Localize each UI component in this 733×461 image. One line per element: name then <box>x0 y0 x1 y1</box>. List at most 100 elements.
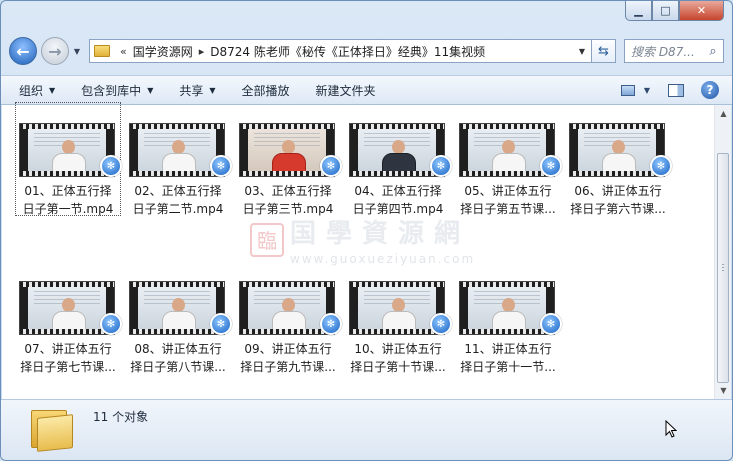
file-name: 10、讲正体五行 择日子第十节课... <box>346 340 450 376</box>
share-menu[interactable]: 共享 ▼ <box>179 82 215 99</box>
search-icon[interactable]: ⌕ <box>703 44 723 59</box>
file-name: 02、正体五行择 日子第二节.mp4 <box>126 182 230 218</box>
toolbar-right-group: ▼ ? <box>604 81 732 99</box>
file-item[interactable]: ✻ 11、讲正体五行 择日子第十一节... <box>456 261 562 376</box>
preview-pane-icon <box>668 83 684 97</box>
change-view-button[interactable] <box>618 81 638 99</box>
file-name-line1: 02、正体五行择 <box>134 184 222 198</box>
media-player-icon: ✻ <box>320 313 342 335</box>
file-item[interactable]: ✻ 09、讲正体五行 择日子第九节课... <box>236 261 342 376</box>
media-player-icon: ✻ <box>210 155 232 177</box>
file-name-line2: 择日子第六节课... <box>570 202 666 216</box>
chevron-down-icon: ▼ <box>209 85 216 95</box>
file-name: 09、讲正体五行 择日子第九节课... <box>236 340 340 376</box>
organize-menu[interactable]: 组织 ▼ <box>19 82 55 99</box>
file-name-line2: 日子第二节.mp4 <box>132 202 224 216</box>
file-item[interactable]: ✻ 08、讲正体五行 择日子第八节课... <box>126 261 232 376</box>
address-dropdown-icon[interactable]: ▼ <box>573 47 591 56</box>
file-name: 11、讲正体五行 择日子第十一节... <box>456 340 560 376</box>
file-name-line1: 04、正体五行择 <box>354 184 442 198</box>
file-item[interactable]: ✻ 07、讲正体五行 择日子第七节课... <box>16 261 122 376</box>
navigation-bar: ← → ▼ « 国学资源网 ▸ D8724 陈老师《秘传《正体择日》经典》11集… <box>9 35 724 67</box>
file-item[interactable]: ✻ 01、正体五行择 日子第一节.mp4 <box>15 102 122 218</box>
file-item[interactable]: ✻ 03、正体五行择 日子第三节.mp4 <box>236 103 342 216</box>
file-name-line2: 择日子第九节课... <box>240 360 336 374</box>
media-player-icon: ✻ <box>210 313 232 335</box>
file-name-line1: 03、正体五行择 <box>244 184 332 198</box>
media-player-icon: ✻ <box>320 155 342 177</box>
scrollbar-grip <box>722 264 724 272</box>
include-in-library-label: 包含到库中 <box>81 83 142 98</box>
scrollbar-thumb[interactable] <box>717 153 729 383</box>
media-player-icon: ✻ <box>430 313 452 335</box>
vertical-scrollbar[interactable]: ▲ ▼ <box>714 105 731 399</box>
command-toolbar: 组织 ▼ 包含到库中 ▼ 共享 ▼ 全部播放 新建文件夹 ▼ ? <box>1 75 732 105</box>
watermark-text: 国學資源網 www.guoxueziyuan.com <box>290 213 475 266</box>
breadcrumb-item-root[interactable]: 国学资源网 <box>133 43 193 60</box>
breadcrumb-separator[interactable]: ▸ <box>193 45 211 58</box>
file-item[interactable]: ✻ 05、讲正体五行 择日子第五节课... <box>456 103 562 216</box>
watermark-name: 国學資源網 <box>290 219 471 249</box>
caption-buttons: ▁ □ ✕ <box>625 1 724 21</box>
forward-button[interactable]: → <box>41 37 69 65</box>
scroll-down-icon[interactable]: ▼ <box>715 382 732 399</box>
minimize-button[interactable]: ▁ <box>625 1 652 21</box>
recent-pages-dropdown[interactable]: ▼ <box>71 47 83 56</box>
view-icon <box>621 84 635 96</box>
object-count: 11 个对象 <box>93 410 149 424</box>
file-name-line2: 择日子第七节课... <box>20 360 116 374</box>
file-name: 06、讲正体五行 择日子第六节课... <box>566 182 670 218</box>
search-placeholder: 搜索 D87... <box>631 44 695 59</box>
watermark-seal: 臨 <box>250 222 284 257</box>
media-player-icon: ✻ <box>650 155 672 177</box>
organize-label: 组织 <box>19 83 44 98</box>
file-name-line1: 05、讲正体五行 <box>464 184 552 198</box>
file-list-pane[interactable]: ✻ 01、正体五行择 日子第一节.mp4 ✻ 02、正体五行择 日子第二节.mp4 ✻ 03、… <box>2 102 731 399</box>
file-name: 01、正体五行择 日子第一节.mp4 <box>16 182 120 218</box>
back-button[interactable]: ← <box>9 37 37 65</box>
file-item[interactable]: ✻ 10、讲正体五行 择日子第十节课... <box>346 261 452 376</box>
address-bar[interactable]: « 国学资源网 ▸ D8724 陈老师《秘传《正体择日》经典》11集视频 ▼ <box>89 39 592 63</box>
help-button[interactable]: ? <box>700 81 720 99</box>
media-player-icon: ✻ <box>100 155 122 177</box>
folder-icon <box>94 45 110 57</box>
close-button[interactable]: ✕ <box>679 1 724 21</box>
file-name-line1: 10、讲正体五行 <box>354 342 442 356</box>
file-name-line1: 08、讲正体五行 <box>134 342 222 356</box>
file-name-line2: 择日子第十一节... <box>460 360 556 374</box>
file-item[interactable]: ✻ 06、讲正体五行 择日子第六节课... <box>566 103 672 218</box>
file-name-line2: 日子第一节.mp4 <box>22 202 114 216</box>
breadcrumb-overflow-chevron[interactable]: « <box>114 45 133 58</box>
media-player-icon: ✻ <box>430 155 452 177</box>
watermark-url: www.guoxueziyuan.com <box>290 252 476 266</box>
chevron-down-icon: ▼ <box>147 85 154 95</box>
explorer-window: ▁ □ ✕ ← → ▼ « 国学资源网 ▸ D8724 陈老师《秘传《正体择日》… <box>0 0 733 461</box>
watermark: 臨 国學資源網 www.guoxueziyuan.com <box>250 213 475 266</box>
file-name: 07、讲正体五行 择日子第七节课... <box>16 340 120 376</box>
play-all-label: 全部播放 <box>241 83 290 98</box>
breadcrumb-item-current[interactable]: D8724 陈老师《秘传《正体择日》经典》11集视频 <box>210 43 485 60</box>
details-pane: 11 个对象 <box>1 399 732 460</box>
file-item[interactable]: ✻ 04、正体五行择 日子第四节.mp4 <box>346 103 452 216</box>
refresh-button[interactable]: ⇆ <box>592 39 616 63</box>
media-player-icon: ✻ <box>540 313 562 335</box>
file-name: 08、讲正体五行 择日子第八节课... <box>126 340 230 376</box>
scroll-up-icon[interactable]: ▲ <box>715 105 732 122</box>
include-in-library-menu[interactable]: 包含到库中 ▼ <box>81 82 153 99</box>
play-all-button[interactable]: 全部播放 <box>242 82 290 99</box>
file-name-line1: 06、讲正体五行 <box>574 184 662 198</box>
share-label: 共享 <box>179 83 204 98</box>
file-name-line1: 07、讲正体五行 <box>24 342 112 356</box>
view-options-dropdown[interactable]: ▼ <box>642 81 652 99</box>
preview-pane-button[interactable] <box>666 81 686 99</box>
media-player-icon: ✻ <box>100 313 122 335</box>
new-folder-label: 新建文件夹 <box>315 83 376 98</box>
file-name-line2: 择日子第十节课... <box>350 360 446 374</box>
file-item[interactable]: ✻ 02、正体五行择 日子第二节.mp4 <box>126 103 232 218</box>
folder-icon <box>31 406 73 452</box>
maximize-button[interactable]: □ <box>652 1 679 21</box>
file-name-line1: 01、正体五行择 <box>24 184 112 198</box>
file-name-line1: 09、讲正体五行 <box>244 342 332 356</box>
search-input[interactable]: 搜索 D87... ⌕ <box>624 39 724 63</box>
new-folder-button[interactable]: 新建文件夹 <box>316 82 376 99</box>
